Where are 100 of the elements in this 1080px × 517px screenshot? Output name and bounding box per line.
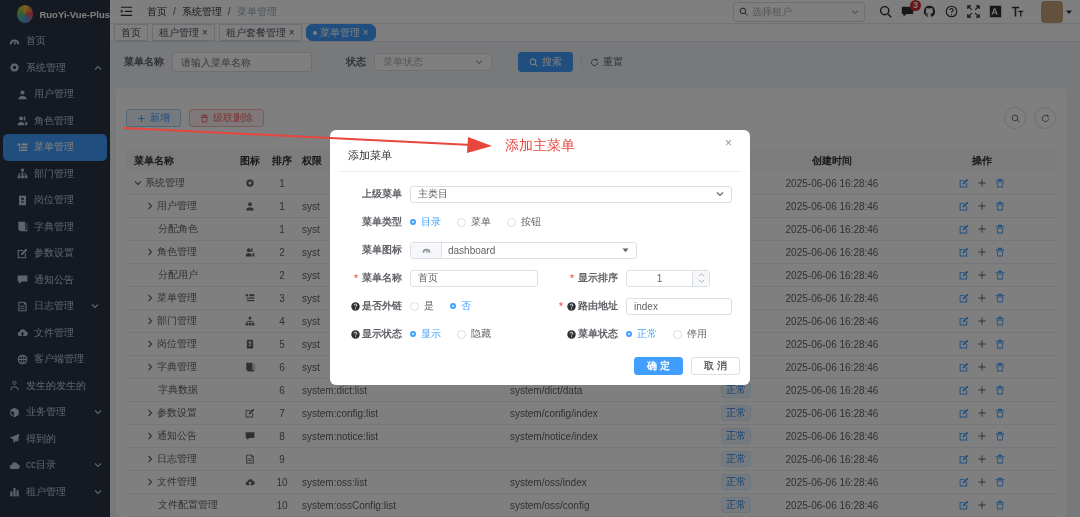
component-path-cell: system/oss/config	[510, 499, 590, 511]
created-time-cell: 2025-06-06 16:28:46	[785, 269, 879, 281]
close-tab-button[interactable]: ×	[202, 27, 208, 38]
field-label: 菜单状态	[578, 327, 618, 341]
created-time-cell: 2025-06-06 16:28:46	[785, 315, 879, 327]
page-tab[interactable]: 租户管理 ×	[152, 24, 215, 41]
component-path-cell: system/notice/index	[510, 430, 598, 442]
sidebar-item[interactable]: 发生的发生的	[0, 372, 110, 399]
order-cell: 4	[279, 315, 285, 327]
radio-option[interactable]: 停用	[673, 327, 707, 341]
close-tab-button[interactable]: ×	[288, 27, 295, 38]
menu-name-cell: 系统管理	[145, 176, 185, 190]
annotation-text: 添加主菜单	[505, 137, 575, 155]
radio-option[interactable]: 否	[450, 299, 471, 313]
permission-cell: syst	[302, 200, 320, 212]
notification-badge: 3	[910, 0, 921, 11]
field-label: 菜单名称	[362, 271, 402, 285]
cancel-button[interactable]: 取 消	[691, 357, 740, 375]
sidebar-item[interactable]: 用户管理	[3, 81, 107, 108]
breadcrumb-link[interactable]: 系统管理	[181, 4, 222, 19]
radio-option[interactable]: 显示	[410, 327, 441, 341]
required-mark: *	[570, 272, 574, 284]
column-header: 菜单名称	[134, 154, 174, 168]
menu-name-cell: 岗位管理	[157, 337, 197, 351]
permission-cell: syst	[302, 292, 320, 304]
menu-name-cell: 文件配置管理	[158, 498, 218, 512]
status-tag: 正常	[721, 474, 751, 490]
sidebar-item[interactable]: 菜单管理	[3, 134, 107, 161]
parent-menu-select[interactable]: 主类目	[410, 185, 732, 203]
sidebar-item[interactable]: 租户管理	[0, 478, 110, 505]
created-time-cell: 2025-06-06 16:28:46	[785, 361, 879, 373]
menu-name-cell: 字典管理	[157, 360, 197, 374]
dialog-title: 添加菜单	[348, 148, 392, 163]
permission-cell: system:dict:list	[302, 384, 367, 396]
sidebar-item[interactable]: 首页	[0, 28, 110, 55]
order-cell: 1	[279, 200, 285, 212]
field-label: 显示状态	[362, 327, 402, 341]
order-cell: 9	[279, 453, 285, 465]
created-time-cell: 2025-06-06 16:28:46	[785, 338, 879, 350]
menu-name-cell: 菜单管理	[157, 291, 197, 305]
permission-cell: system:oss:list	[302, 476, 367, 488]
created-time-cell: 2025-06-06 16:28:46	[785, 453, 879, 465]
order-cell: 10	[276, 499, 288, 511]
field-label: 路由地址	[578, 299, 618, 313]
status-tag: 正常	[721, 451, 751, 467]
add-button[interactable]: 新增	[126, 109, 181, 127]
created-time-cell: 2025-06-06 16:28:46	[785, 292, 879, 304]
sidebar-item[interactable]: 业务管理	[0, 399, 110, 426]
permission-cell: syst	[302, 338, 320, 350]
radio-option[interactable]: 按钮	[507, 215, 541, 229]
column-header: 排序	[272, 154, 292, 168]
column-header: 图标	[240, 154, 260, 168]
radio-option[interactable]: 隐藏	[457, 327, 491, 341]
permission-cell: system:notice:list	[302, 430, 379, 442]
form-label: 状态	[346, 55, 366, 69]
breadcrumb-link[interactable]: 首页	[147, 4, 167, 19]
menu-name-cell: 字典数据	[158, 383, 198, 397]
order-cell: 1	[279, 177, 285, 189]
field-label: 是否外链	[362, 299, 402, 313]
radio-option[interactable]: 正常	[626, 327, 657, 341]
text-input[interactable]: 首页	[410, 269, 538, 287]
close-button[interactable]: ×	[725, 136, 732, 150]
component-path-cell: system/oss/index	[510, 476, 587, 488]
created-time-cell: 2025-06-06 16:28:46	[785, 246, 879, 258]
radio-option[interactable]: 菜单	[457, 215, 491, 229]
created-time-cell: 2025-06-06 16:28:46	[785, 407, 879, 419]
status-tag: 正常	[721, 428, 751, 444]
page-tab[interactable]: 菜单管理 ×	[305, 24, 376, 41]
radio-option[interactable]: 目录	[410, 215, 441, 229]
number-input[interactable]: 1	[626, 269, 710, 287]
created-time-cell: 2025-06-06 16:28:46	[785, 177, 879, 189]
page-tab[interactable]: 首页	[114, 24, 148, 41]
icon-select[interactable]: dashboard	[410, 241, 637, 259]
order-cell: 10	[276, 476, 288, 488]
order-cell: 1	[279, 223, 285, 235]
close-tab-button[interactable]: ×	[362, 27, 369, 38]
radio-option[interactable]: 是	[410, 299, 434, 313]
permission-cell: syst	[302, 223, 320, 235]
menu-name-cell: 部门管理	[157, 314, 197, 328]
confirm-button[interactable]: 确 定	[634, 357, 684, 375]
menu-name-cell: 用户管理	[157, 199, 197, 213]
breadcrumb-separator: /	[173, 6, 176, 17]
sidebar-item[interactable]: 文件管理	[3, 319, 107, 346]
order-cell: 6	[279, 384, 285, 396]
text-input[interactable]: index	[626, 297, 732, 315]
field-label: 菜单图标	[362, 243, 402, 257]
menu-name-cell: 日志管理	[157, 452, 197, 466]
page-tab[interactable]: 租户套餐管理 ×	[218, 24, 302, 41]
logo-text: RuoYi-Vue-Plus	[39, 8, 110, 20]
menu-name-cell: 通知公告	[157, 429, 197, 443]
search-button[interactable]: 搜索	[518, 52, 573, 72]
sidebar-item[interactable]: 角色管理	[3, 107, 107, 134]
menu-name-cell: 分配角色	[158, 222, 198, 236]
required-mark: *	[354, 272, 358, 284]
permission-cell: system:ossConfig:list	[302, 499, 396, 511]
field-label: 菜单类型	[362, 215, 402, 229]
permission-cell: system:config:list	[302, 407, 379, 419]
created-time-cell: 2025-06-06 16:28:46	[785, 476, 879, 488]
column-header: 权限	[302, 154, 322, 168]
delete-button[interactable]: 级联删除	[189, 109, 264, 127]
